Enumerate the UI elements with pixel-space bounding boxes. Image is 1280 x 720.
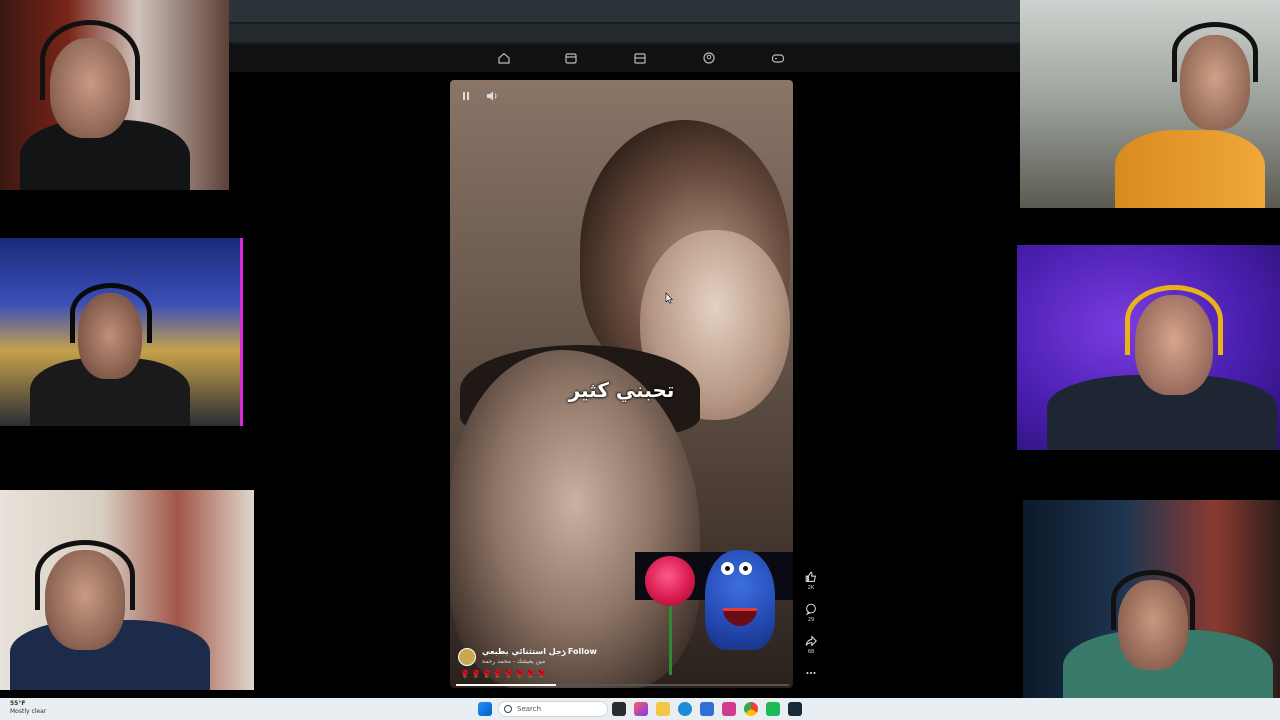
pause-icon[interactable]	[458, 88, 474, 104]
home-icon[interactable]	[496, 50, 512, 66]
mouse-cursor-icon	[665, 289, 674, 304]
more-icon	[806, 672, 816, 674]
share-icon	[805, 635, 817, 647]
search-icon	[504, 705, 512, 713]
rose-stem	[669, 605, 672, 675]
app-icon[interactable]	[634, 702, 648, 716]
app-icon[interactable]	[766, 702, 780, 716]
headset-icon	[35, 540, 135, 610]
webcam-top-left	[0, 0, 229, 190]
video-caption: تحبني كثير	[568, 378, 675, 402]
app-icon[interactable]	[722, 702, 736, 716]
headset-icon	[1125, 285, 1223, 355]
comment-count: 29	[807, 617, 815, 623]
webcam-top-right	[1020, 0, 1280, 208]
chrome-icon[interactable]	[744, 702, 758, 716]
streamer-body	[1115, 130, 1265, 208]
like-button[interactable]: 2K	[800, 570, 822, 591]
headset-icon	[70, 283, 152, 343]
volume-icon[interactable]	[484, 88, 500, 104]
edge-icon[interactable]	[678, 702, 692, 716]
share-button[interactable]: 68	[800, 634, 822, 655]
rose-icon	[645, 556, 695, 606]
follow-button[interactable]: · Follow	[562, 647, 597, 656]
overlay-sticker: A	[635, 550, 793, 688]
steam-icon[interactable]	[788, 702, 802, 716]
browser-window	[229, 0, 1020, 72]
tab-strip[interactable]	[229, 0, 1020, 22]
description-emojis: 🌹🌹🌹🌹🌹🌹🌹🌹	[460, 670, 548, 679]
task-view-icon[interactable]	[612, 702, 626, 716]
site-nav-bar	[229, 44, 1020, 72]
video-progress-bar[interactable]	[456, 684, 789, 686]
share-count: 68	[807, 649, 815, 655]
weather-widget[interactable]: 55°F Mostly clear	[10, 700, 46, 716]
headset-icon	[1172, 22, 1258, 82]
file-explorer-icon[interactable]	[656, 702, 670, 716]
search-placeholder: Search	[517, 705, 542, 713]
video-progress-fill	[456, 684, 556, 686]
windows-taskbar: 55°F Mostly clear Search	[0, 698, 1280, 720]
taskbar-search[interactable]: Search	[498, 701, 608, 717]
address-bar[interactable]	[229, 24, 1020, 42]
puppet-eye-left	[721, 562, 734, 575]
like-count: 2K	[807, 585, 815, 591]
profile-icon[interactable]	[701, 50, 717, 66]
windows-start-icon[interactable]	[478, 702, 492, 716]
music-label[interactable]: مين يعيشك - محمد رحمة	[482, 658, 545, 665]
weather-temp: 55°F	[10, 700, 26, 707]
comment-icon	[805, 603, 816, 616]
author-name[interactable]: رجل استثنائي بطبعي	[482, 647, 566, 656]
headset-icon	[40, 20, 140, 100]
weather-desc: Mostly clear	[10, 708, 47, 715]
puppet-eye-right	[739, 562, 752, 575]
headset-icon	[1111, 570, 1195, 630]
gamepad-icon[interactable]	[770, 50, 786, 66]
like-icon	[805, 571, 816, 582]
webcam-mid-right	[1017, 245, 1280, 450]
store-icon[interactable]	[700, 702, 714, 716]
webcam-mid-left	[0, 238, 243, 426]
author-avatar[interactable]	[458, 648, 476, 666]
more-button[interactable]	[800, 666, 822, 680]
calendar-icon[interactable]	[563, 50, 579, 66]
store-icon[interactable]	[632, 50, 648, 66]
webcam-bottom-left	[0, 490, 254, 690]
video-player[interactable]: تحبني كثير A رجل استثنائي بطبعي · Follow…	[450, 80, 793, 688]
comment-button[interactable]: 29	[800, 602, 822, 623]
webcam-bottom-right	[1023, 500, 1280, 720]
